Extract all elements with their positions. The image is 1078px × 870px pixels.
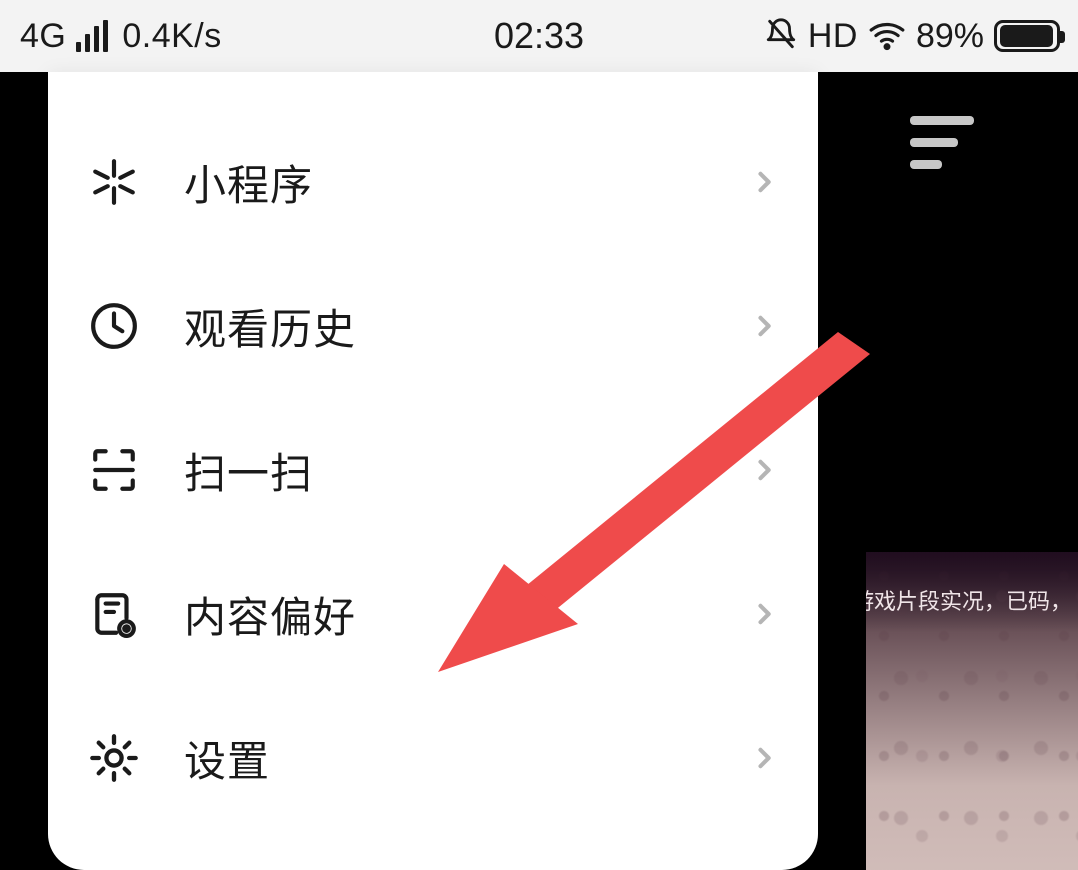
menu-item-scan[interactable]: 扫一扫	[48, 398, 818, 542]
clock: 02:33	[494, 15, 584, 56]
status-bar: 4G 0.4K/s 02:33 HD 89%	[0, 0, 1078, 72]
mini-program-icon	[86, 154, 142, 210]
chevron-right-icon	[750, 168, 778, 196]
battery-icon	[994, 20, 1060, 52]
hd-indicator: HD	[808, 17, 858, 56]
scan-icon	[86, 442, 142, 498]
clock-icon	[86, 298, 142, 354]
menu-item-label: 观看历史	[184, 296, 356, 357]
menu-item-label: 小程序	[184, 152, 313, 213]
chevron-right-icon	[750, 456, 778, 484]
signal-strength-icon	[76, 20, 108, 52]
content-pref-icon	[86, 586, 142, 642]
menu-item-label: 设置	[184, 728, 270, 789]
menu-item-label: 内容偏好	[184, 584, 356, 645]
menu-item-mini-program[interactable]: 小程序	[48, 110, 818, 254]
menu-toggle-button[interactable]	[910, 116, 978, 175]
data-speed: 0.4K/s	[122, 17, 221, 56]
menu-item-history[interactable]: 观看历史	[48, 254, 818, 398]
gear-icon	[86, 730, 142, 786]
status-bar-left: 4G 0.4K/s	[20, 17, 222, 56]
chevron-right-icon	[750, 600, 778, 628]
battery-percent: 89%	[916, 17, 984, 56]
chevron-right-icon	[750, 312, 778, 340]
background-video-thumbnail[interactable]: 游戏片段实况，已码，	[866, 552, 1078, 870]
menu-item-content-pref[interactable]: 内容偏好	[48, 542, 818, 686]
chevron-right-icon	[750, 744, 778, 772]
menu-item-label: 扫一扫	[184, 440, 313, 501]
mute-icon	[764, 17, 798, 56]
video-caption: 游戏片段实况，已码，	[866, 584, 1078, 616]
side-drawer: 小程序 观看历史 扫一扫	[48, 72, 818, 870]
menu-item-settings[interactable]: 设置	[48, 686, 818, 830]
wifi-icon	[868, 15, 906, 58]
status-bar-right: HD 89%	[764, 15, 1060, 58]
network-type: 4G	[20, 17, 66, 56]
